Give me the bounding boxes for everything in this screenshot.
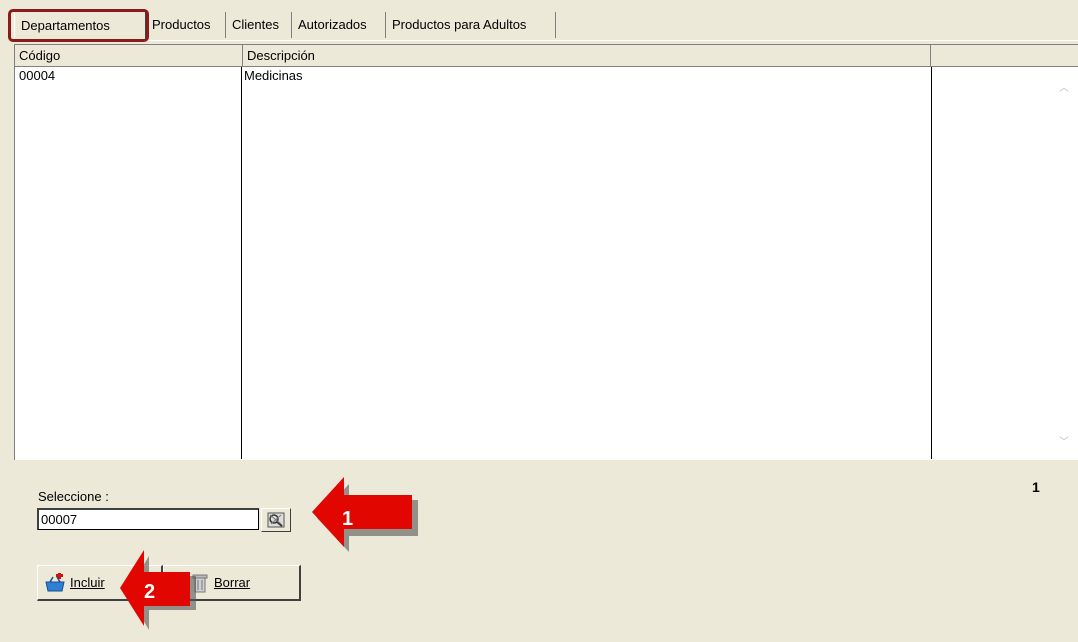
callout-number-2: 2 [144, 581, 156, 603]
selector-input[interactable] [37, 508, 259, 530]
tab-clientes[interactable]: Clientes [226, 12, 292, 38]
basket-add-icon [45, 572, 65, 591]
column-divider [241, 67, 242, 459]
scroll-up-icon[interactable]: ︿ [1056, 81, 1072, 97]
column-divider [931, 67, 932, 459]
browse-button[interactable] [261, 508, 291, 532]
column-header-descripcion[interactable]: Descripción [243, 45, 931, 67]
borrar-label: Borrar [214, 575, 251, 590]
record-counter: 1 [1032, 479, 1040, 495]
scroll-down-icon[interactable]: ﹀ [1056, 435, 1072, 451]
tab-highlight-box [8, 9, 149, 42]
tab-autorizados[interactable]: Autorizados [292, 12, 386, 38]
departments-grid[interactable]: Código Descripción 00004 Medicinas ︿ ﹀ [14, 44, 1078, 460]
tab-divider [148, 40, 1078, 41]
cell-codigo: 00004 [19, 68, 56, 83]
tab-productos[interactable]: Productos [146, 12, 226, 38]
tab-label: Productos [152, 17, 211, 32]
column-header-codigo[interactable]: Código [15, 45, 243, 67]
grid-header: Código Descripción [15, 45, 1078, 67]
callout-number-1: 1 [342, 508, 354, 530]
left-arrow-icon [120, 550, 197, 630]
lookup-icon [267, 512, 285, 528]
callout-arrow-2: 2 [120, 548, 197, 630]
tab-label: Productos para Adultos [392, 17, 527, 32]
tab-label: Clientes [232, 17, 279, 32]
callout-arrow-1: 1 [312, 477, 419, 553]
cell-descripcion: Medicinas [244, 68, 303, 83]
tab-productos-adultos[interactable]: Productos para Adultos [386, 12, 556, 38]
incluir-label: Incluir [70, 575, 105, 590]
tab-label: Autorizados [298, 17, 367, 32]
left-arrow-icon [312, 477, 419, 552]
selector-label: Seleccione : [38, 489, 109, 504]
column-header-blank [931, 45, 1078, 67]
